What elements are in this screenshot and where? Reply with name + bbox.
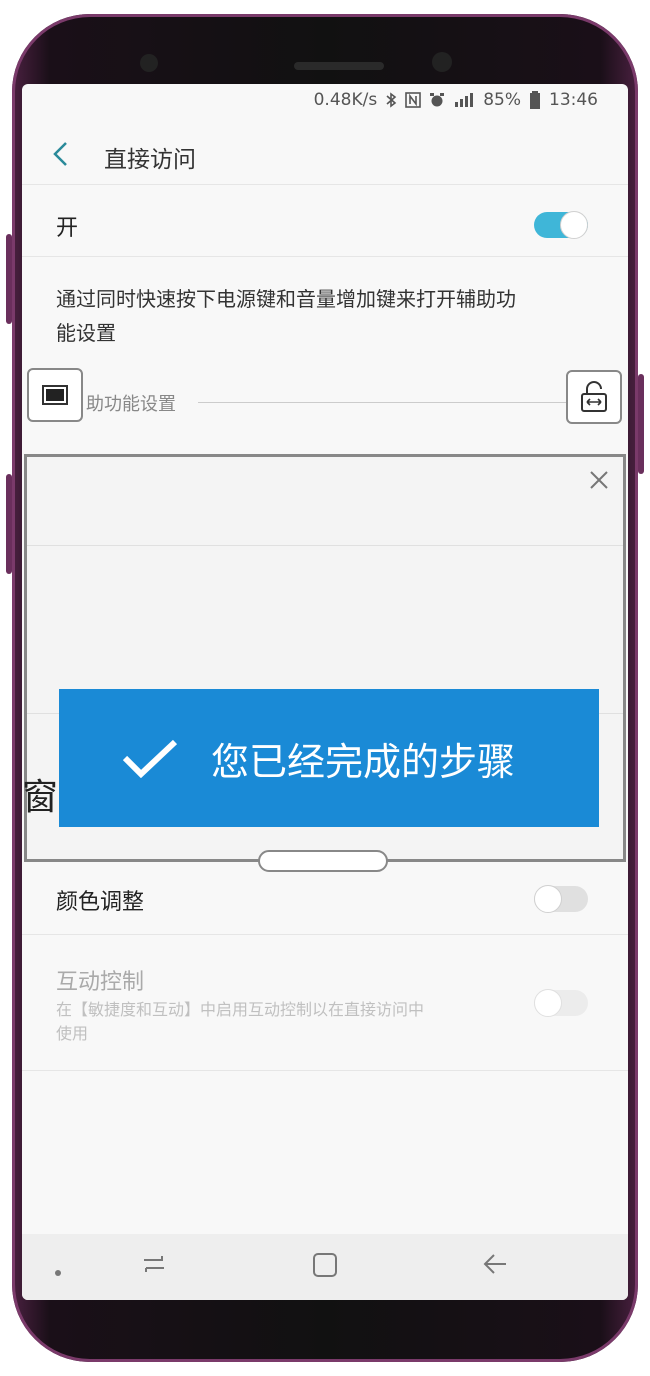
nfc-icon bbox=[405, 92, 422, 108]
unlock-icon bbox=[581, 381, 607, 412]
main-switch-toggle[interactable] bbox=[534, 211, 588, 239]
interaction-control-label: 互动控制 bbox=[56, 970, 145, 995]
toggle-knob bbox=[534, 885, 562, 913]
accessibility-overlay: 您已经完成的步骤 bbox=[24, 454, 626, 862]
network-speed: 0.48K/s bbox=[313, 90, 378, 110]
sensor bbox=[140, 54, 158, 72]
section-divider bbox=[198, 402, 578, 403]
banner-text: 您已经完成的步骤 bbox=[211, 739, 516, 784]
description-text: 通过同时快速按下电源键和音量增加键来打开辅助功能设置 bbox=[56, 287, 516, 345]
clock: 13:46 bbox=[549, 90, 598, 110]
main-switch-row[interactable]: 开 bbox=[22, 192, 628, 257]
interaction-control-row: 互动控制 在【敏捷度和互动】中启用互动控制以在直接访问中使用 bbox=[22, 950, 628, 1071]
checkmark-icon bbox=[122, 739, 178, 778]
status-bar: 0.48K/s 85% 13:46 bbox=[314, 90, 598, 110]
screen: 0.48K/s 85% 13:46 直接访问 开 通过同时快速按下电源键和音量增… bbox=[22, 84, 628, 1300]
power-button bbox=[638, 374, 644, 474]
page-title: 直接访问 bbox=[104, 147, 196, 173]
interaction-control-sub: 在【敏捷度和互动】中启用互动控制以在直接访问中使用 bbox=[56, 1000, 425, 1043]
color-adjust-toggle[interactable] bbox=[534, 885, 588, 913]
battery-level: 85% bbox=[483, 90, 521, 110]
alarm-icon bbox=[430, 93, 445, 107]
back-arrow-icon[interactable] bbox=[52, 141, 72, 174]
section-header: 助功能设置 bbox=[22, 380, 628, 430]
main-switch-label: 开 bbox=[56, 216, 79, 241]
section-label: 助功能设置 bbox=[86, 394, 176, 415]
back-icon[interactable] bbox=[482, 1252, 508, 1283]
home-icon[interactable] bbox=[312, 1252, 338, 1285]
overlay-divider bbox=[27, 545, 623, 546]
navigation-bar bbox=[22, 1234, 628, 1300]
toggle-knob bbox=[534, 989, 562, 1017]
window-mode-button[interactable] bbox=[27, 368, 83, 422]
unlock-button[interactable] bbox=[566, 370, 622, 424]
color-adjust-row[interactable]: 颜色调整 bbox=[22, 864, 628, 935]
color-adjust-label: 颜色调整 bbox=[56, 890, 145, 915]
completed-steps-banner: 您已经完成的步骤 bbox=[59, 689, 599, 827]
dot-icon bbox=[54, 1254, 62, 1284]
recent-apps-icon[interactable] bbox=[140, 1252, 168, 1283]
bixby-button bbox=[6, 474, 12, 574]
volume-button bbox=[6, 234, 12, 324]
front-camera bbox=[432, 52, 452, 72]
app-header: 直接访问 bbox=[22, 130, 628, 185]
toggle-knob bbox=[560, 211, 588, 239]
bluetooth-icon bbox=[386, 92, 397, 108]
close-icon[interactable] bbox=[589, 467, 609, 497]
window-icon bbox=[42, 385, 68, 405]
earpiece-speaker bbox=[294, 62, 384, 70]
interaction-control-toggle bbox=[534, 989, 588, 1017]
battery-icon bbox=[530, 91, 540, 109]
signal-icon bbox=[455, 93, 474, 107]
edge-text: 窗 bbox=[22, 777, 59, 818]
